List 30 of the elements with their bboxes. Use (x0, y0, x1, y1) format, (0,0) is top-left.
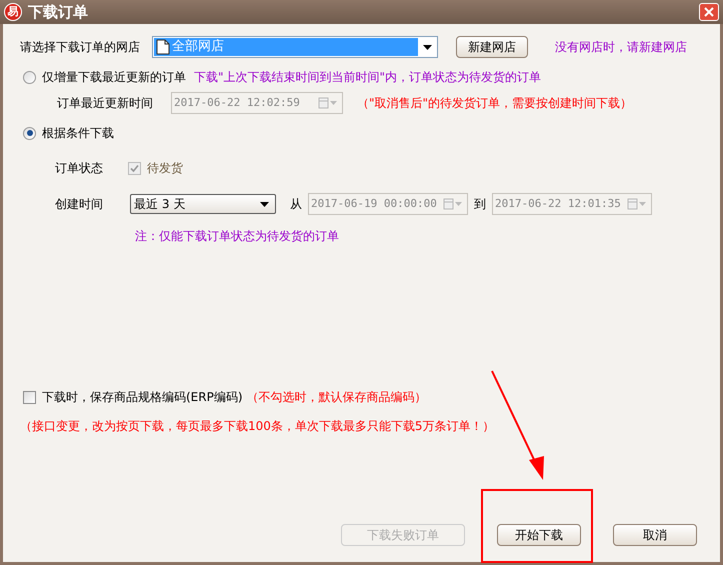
field-label: 订单最近更新时间 (57, 95, 154, 112)
app-logo: 易 (4, 3, 22, 21)
radio-label[interactable]: 仅增量下载最近更新的订单 (42, 68, 194, 86)
checkbox[interactable] (23, 390, 36, 404)
new-store-button[interactable]: 新建网店 (456, 36, 528, 58)
field-label: 请选择下载订单的网店 (20, 39, 141, 56)
note-text: （不勾选时，默认保存商品编码） (246, 389, 427, 406)
dialog-button[interactable]: 开始下载 (497, 524, 581, 546)
radio-label[interactable]: 根据条件下载 (42, 124, 114, 142)
close-icon[interactable] (704, 7, 714, 17)
note-text: 下载"上次下载结束时间到当前时间"内，订单状态为待发货的订单 (194, 69, 542, 86)
field-label: 从 (290, 196, 302, 213)
range-dropdown[interactable]: 最近 3 天 (130, 194, 276, 214)
radio-button[interactable] (23, 70, 36, 84)
calendar-icon[interactable] (627, 198, 647, 210)
field-label: 订单状态 (55, 160, 104, 177)
hint-text: 没有网店时，请新建网店 (555, 39, 687, 56)
radio-button[interactable] (23, 126, 36, 140)
note-text: （"取消售后"的待发货订单，需要按创建时间下载） (357, 95, 632, 112)
document-icon (156, 39, 170, 55)
notice-text: （接口变更，改为按页下载，每页最多下载100条，单次下载最多只能下载5万条订单！） (20, 418, 496, 435)
checkbox-label[interactable]: 下载时，保存商品规格编码(ERP编码) (42, 388, 243, 406)
window-title: 下载订单 (28, 2, 89, 23)
field-label: 到 (474, 196, 486, 213)
calendar-icon[interactable] (443, 198, 463, 210)
dialog-button[interactable]: 取消 (613, 524, 697, 546)
field-label: 创建时间 (55, 196, 104, 213)
close-button[interactable] (699, 3, 719, 21)
caret-icon (260, 202, 269, 206)
note-text: 注：仅能下载订单状态为待发货的订单 (135, 228, 340, 245)
